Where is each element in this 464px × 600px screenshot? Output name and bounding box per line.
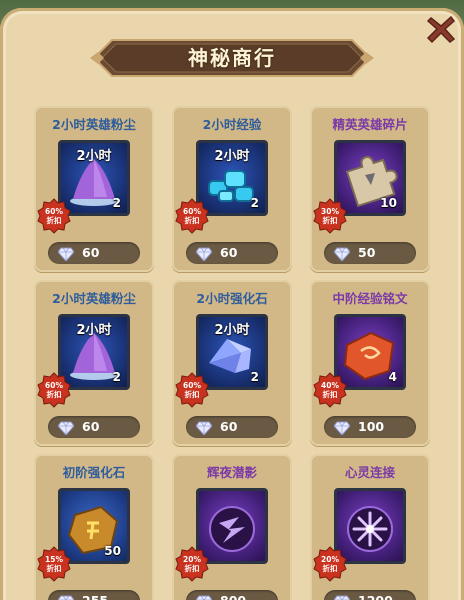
- discount-badge: 20% 折扣: [174, 546, 210, 582]
- discount-label: 折扣: [184, 390, 200, 399]
- item-name: 2小时英雄粉尘: [52, 117, 136, 132]
- item-duration: 2小时: [76, 149, 112, 164]
- buy-price-button[interactable]: 1200: [324, 590, 416, 600]
- discount-badge: 60% 折扣: [174, 198, 210, 234]
- price-value: 1200: [358, 590, 393, 600]
- item-duration: 2小时: [76, 323, 112, 338]
- discount-percent: 40%: [321, 381, 339, 390]
- shop-item-card[interactable]: 初阶强化石 50 15% 折扣 255: [34, 454, 154, 600]
- item-duration: 2小时: [214, 149, 250, 164]
- item-name: 2小时经验: [202, 117, 262, 132]
- discount-percent: 60%: [183, 207, 201, 216]
- discount-label: 折扣: [184, 216, 200, 225]
- shop-item-card[interactable]: 2小时英雄粉尘 2小时 2 60% 折扣 60: [34, 106, 154, 272]
- discount-badge: 15% 折扣: [36, 546, 72, 582]
- discount-percent: 60%: [183, 381, 201, 390]
- price-value: 60: [82, 245, 100, 260]
- buy-price-button[interactable]: 60: [186, 242, 278, 264]
- shop-item-card[interactable]: 心灵连接 20% 折扣 1200: [310, 454, 430, 600]
- shop-item-card[interactable]: 辉夜潜影 20% 折扣 800: [172, 454, 292, 600]
- close-button[interactable]: [424, 12, 458, 46]
- item-name: 初阶强化石: [62, 465, 126, 480]
- discount-badge: 30% 折扣: [312, 198, 348, 234]
- discount-text: 30% 折扣: [312, 207, 348, 225]
- item-quantity: 2: [112, 196, 121, 210]
- diamond-icon: [195, 246, 213, 262]
- discount-label: 折扣: [46, 390, 62, 399]
- diamond-icon: [195, 420, 213, 436]
- buy-price-button[interactable]: 60: [48, 242, 140, 264]
- discount-label: 折扣: [322, 216, 338, 225]
- item-quantity: 4: [388, 370, 397, 384]
- discount-badge: 20% 折扣: [312, 546, 348, 582]
- discount-label: 折扣: [322, 390, 338, 399]
- price-value: 60: [220, 245, 238, 260]
- item-quantity: 2: [112, 370, 121, 384]
- discount-badge: 60% 折扣: [36, 372, 72, 408]
- discount-text: 15% 折扣: [36, 555, 72, 573]
- shop-item-card[interactable]: 2小时英雄粉尘 2小时 2 60% 折扣 60: [34, 280, 154, 446]
- diamond-icon: [57, 594, 75, 600]
- shop-item-card[interactable]: 2小时经验 2小时 2 60% 折扣 60: [172, 106, 292, 272]
- buy-price-button[interactable]: 60: [48, 416, 140, 438]
- item-duration: 2小时: [214, 323, 250, 338]
- item-name: 精英英雄碎片: [332, 117, 408, 132]
- discount-percent: 60%: [45, 381, 63, 390]
- title-banner: 神秘商行: [90, 36, 374, 80]
- discount-label: 折扣: [46, 216, 62, 225]
- buy-price-button[interactable]: 255: [48, 590, 140, 600]
- shop-item-card[interactable]: 2小时强化石 2小时 2 60% 折扣 60: [172, 280, 292, 446]
- shop-item-card[interactable]: 精英英雄碎片 10 30% 折扣 50: [310, 106, 430, 272]
- discount-label: 折扣: [322, 564, 338, 573]
- discount-text: 20% 折扣: [312, 555, 348, 573]
- item-name: 心灵连接: [344, 465, 395, 480]
- item-quantity: 10: [380, 196, 397, 210]
- discount-badge: 60% 折扣: [174, 372, 210, 408]
- discount-percent: 15%: [45, 555, 63, 564]
- item-quantity: 2: [250, 370, 259, 384]
- buy-price-button[interactable]: 50: [324, 242, 416, 264]
- close-icon: [426, 15, 456, 44]
- buy-price-button[interactable]: 100: [324, 416, 416, 438]
- diamond-icon: [57, 246, 75, 262]
- item-name: 中阶经验铭文: [332, 291, 408, 306]
- price-value: 60: [220, 419, 238, 434]
- discount-badge: 60% 折扣: [36, 198, 72, 234]
- discount-text: 40% 折扣: [312, 381, 348, 399]
- discount-percent: 20%: [321, 555, 339, 564]
- item-quantity: 2: [250, 196, 259, 210]
- buy-price-button[interactable]: 800: [186, 590, 278, 600]
- item-name: 2小时英雄粉尘: [52, 291, 136, 306]
- diamond-icon: [57, 420, 75, 436]
- discount-percent: 30%: [321, 207, 339, 216]
- price-value: 60: [82, 419, 100, 434]
- buy-price-button[interactable]: 60: [186, 416, 278, 438]
- discount-badge: 40% 折扣: [312, 372, 348, 408]
- discount-text: 60% 折扣: [36, 207, 72, 225]
- discount-percent: 60%: [45, 207, 63, 216]
- shop-item-card[interactable]: 中阶经验铭文 4 40% 折扣 100: [310, 280, 430, 446]
- item-name: 2小时强化石: [196, 291, 268, 306]
- discount-text: 60% 折扣: [174, 381, 210, 399]
- page-title: 神秘商行: [188, 46, 276, 70]
- diamond-icon: [333, 594, 351, 600]
- shop-panel: 神秘商行 2小时英雄粉尘 2小时 2 60% 折扣 60 2小时经验 2小时 2: [0, 8, 464, 600]
- discount-text: 20% 折扣: [174, 555, 210, 573]
- diamond-icon: [333, 420, 351, 436]
- price-value: 800: [220, 590, 246, 600]
- price-value: 50: [358, 245, 376, 260]
- discount-label: 折扣: [184, 564, 200, 573]
- item-quantity: 50: [104, 544, 121, 558]
- discount-text: 60% 折扣: [174, 207, 210, 225]
- price-value: 255: [82, 590, 108, 600]
- price-value: 100: [358, 419, 385, 434]
- discount-label: 折扣: [46, 564, 62, 573]
- diamond-icon: [333, 246, 351, 262]
- diamond-icon: [195, 594, 213, 600]
- discount-percent: 20%: [183, 555, 201, 564]
- item-name: 辉夜潜影: [206, 465, 257, 480]
- discount-text: 60% 折扣: [36, 381, 72, 399]
